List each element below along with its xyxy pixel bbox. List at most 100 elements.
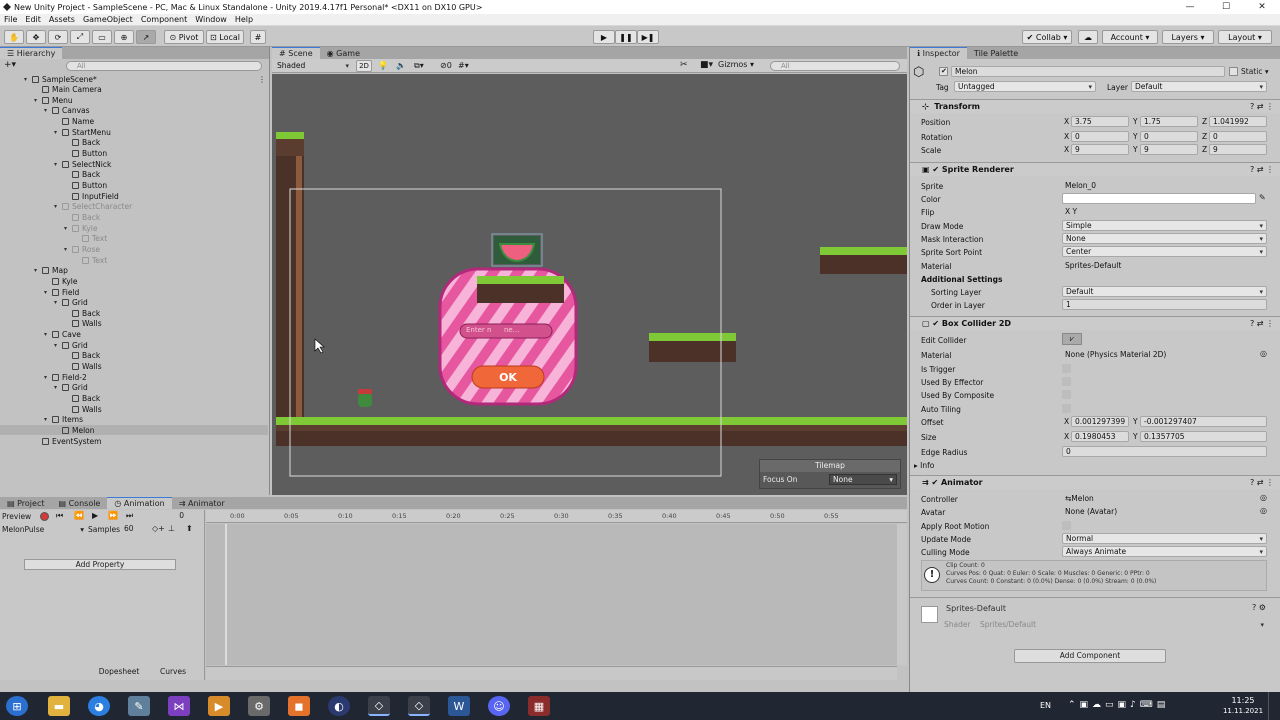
hierarchy-item[interactable]: ▾ SampleScene*	[0, 74, 268, 84]
collab-dropdown[interactable]: ✔ Collab ▾	[1022, 30, 1072, 44]
first-key-icon[interactable]: ⏮	[56, 511, 63, 521]
hidden-count-icon[interactable]: ⊘0	[440, 61, 452, 70]
scene-search-input[interactable]: All	[770, 61, 900, 71]
tools-icon[interactable]: ✂	[680, 60, 688, 70]
scene-menu-icon[interactable]: ⋮	[258, 75, 266, 84]
move-tool-icon[interactable]: ✥	[26, 30, 46, 44]
foldout-arrow-icon[interactable]: ▾	[54, 384, 62, 391]
key-icon[interactable]: ⬆	[186, 524, 193, 533]
lighting-icon[interactable]: 💡	[378, 61, 388, 70]
menu-edit[interactable]: Edit	[21, 15, 45, 24]
edge-radius-field[interactable]: 0	[1062, 446, 1267, 457]
foldout-arrow-icon[interactable]: ▾	[64, 246, 72, 253]
sprite-menu-icon[interactable]: ? ⇄ ⋮	[1250, 165, 1274, 174]
tab-console[interactable]: ▤ Console	[51, 497, 107, 509]
curves-tab[interactable]: Curves	[150, 667, 196, 679]
effects-icon[interactable]: ⧉▾	[414, 61, 424, 71]
scene-viewport[interactable]: Enter n ne... OK Tilemap Focus On None ▾	[272, 74, 907, 495]
hierarchy-item[interactable]: ▾ SelectNick	[0, 159, 268, 169]
hierarchy-item[interactable]: Button	[0, 149, 268, 159]
unity-hub-icon[interactable]: ◇	[368, 696, 390, 716]
foldout-arrow-icon[interactable]: ▾	[44, 374, 52, 381]
scale-y-field[interactable]: 9	[1140, 144, 1198, 155]
sprite-row-value[interactable]: Center	[1062, 246, 1267, 257]
menu-assets[interactable]: Assets	[45, 15, 79, 24]
foldout-arrow-icon[interactable]: ▾	[24, 76, 32, 83]
rect-tool-icon[interactable]: ▭	[92, 30, 112, 44]
layers-dropdown[interactable]: Layers ▾	[1162, 30, 1214, 44]
scale-x-field[interactable]: 9	[1071, 144, 1129, 155]
hierarchy-item[interactable]: Walls	[0, 319, 268, 329]
controller-picker-icon[interactable]: ◎	[1260, 493, 1267, 502]
foldout-arrow-icon[interactable]: ▾	[64, 225, 72, 232]
add-event-icon[interactable]: ⊥	[168, 524, 175, 533]
foldout-arrow-icon[interactable]: ▾	[34, 267, 42, 274]
pivot-toggle[interactable]: ⊙ Pivot	[164, 30, 204, 44]
mode-2d-toggle[interactable]: 2D	[356, 60, 372, 72]
hierarchy-item[interactable]: ▾ Menu	[0, 95, 268, 105]
hierarchy-item[interactable]: Back	[0, 351, 268, 361]
object-picker-icon[interactable]: ◎	[1260, 349, 1267, 358]
sprite-row-value[interactable]: X Y	[1062, 206, 1267, 217]
foldout-arrow-icon[interactable]: ▾	[34, 97, 42, 104]
samples-field[interactable]: 60	[124, 524, 142, 534]
add-component-button[interactable]: Add Component	[1014, 649, 1166, 663]
hierarchy-item[interactable]: Main Camera	[0, 85, 268, 95]
position-x-field[interactable]: 3.75	[1071, 116, 1129, 127]
hierarchy-item[interactable]: Walls	[0, 362, 268, 372]
shader-dropdown[interactable]: Sprites/Default	[977, 619, 1267, 630]
timeline-scrollbar[interactable]	[206, 666, 897, 680]
foldout-arrow-icon[interactable]: ▾	[54, 161, 62, 168]
hierarchy-item[interactable]: Text	[0, 234, 268, 244]
tools-app-icon[interactable]: ⚙	[248, 696, 270, 716]
hierarchy-item[interactable]: InputField	[0, 191, 268, 201]
tab-inspector[interactable]: ℹ Inspector	[910, 47, 967, 59]
animator-menu-icon[interactable]: ? ⇄ ⋮	[1250, 478, 1274, 487]
size-y-field[interactable]: 0.1357705	[1140, 431, 1267, 442]
clock-date[interactable]: 11.11.2021	[1221, 707, 1265, 715]
sprite-renderer-header[interactable]: ▣ ✔ Sprite Renderer ? ⇄ ⋮	[910, 162, 1280, 176]
timeline-ruler[interactable]: 0:00 0:05 0:10 0:15 0:20 0:25 0:30 0:35 0:40 0:45…	[206, 510, 907, 523]
hierarchy-item[interactable]: Text	[0, 255, 268, 265]
material-menu-icon[interactable]: ? ⚙	[1252, 603, 1266, 612]
hierarchy-item[interactable]: ▾ Items	[0, 415, 268, 425]
used-by-composite-checkbox[interactable]	[1062, 390, 1071, 399]
dopesheet-tab[interactable]: Dopesheet	[94, 667, 144, 679]
tab-hierarchy[interactable]: ☰ Hierarchy	[0, 47, 63, 59]
dopesheet-area[interactable]	[206, 524, 897, 665]
object-name-field[interactable]: Melon	[951, 66, 1225, 77]
maximize-icon[interactable]: ☐	[1208, 0, 1244, 14]
hierarchy-item[interactable]: Button	[0, 181, 268, 191]
hierarchy-item[interactable]: Back	[0, 308, 268, 318]
transform-tool-icon[interactable]: ⊕	[114, 30, 134, 44]
foldout-arrow-icon[interactable]: ▾	[44, 331, 52, 338]
name-input[interactable]: Enter n	[466, 326, 491, 334]
collider-menu-icon[interactable]: ? ⇄ ⋮	[1250, 319, 1274, 328]
word-icon[interactable]: W	[448, 696, 470, 716]
notepad-icon[interactable]: ✎	[128, 696, 150, 716]
hierarchy-item[interactable]: Walls	[0, 404, 268, 414]
language-indicator[interactable]: EN	[1040, 701, 1051, 710]
discord-icon[interactable]: ☺	[488, 696, 510, 716]
hierarchy-item[interactable]: ▾ SelectCharacter	[0, 202, 268, 212]
scale-tool-icon[interactable]: ⤢	[70, 30, 90, 44]
foldout-arrow-icon[interactable]: ▾	[54, 129, 62, 136]
tag-dropdown[interactable]: Untagged	[954, 81, 1096, 92]
menu-window[interactable]: Window	[191, 15, 231, 24]
hierarchy-item[interactable]: ▾ Map	[0, 266, 268, 276]
hierarchy-item[interactable]: Kyle	[0, 276, 268, 286]
layer-dropdown[interactable]: Default	[1131, 81, 1267, 92]
rotation-y-field[interactable]: 0	[1140, 131, 1198, 142]
play-button[interactable]: ▶	[593, 30, 615, 44]
auto-tiling-checkbox[interactable]	[1062, 404, 1071, 413]
collider-material-field[interactable]: None (Physics Material 2D)	[1062, 349, 1258, 360]
rotation-x-field[interactable]: 0	[1071, 131, 1129, 142]
menu-component[interactable]: Component	[137, 15, 191, 24]
tab-game[interactable]: ◉ Game	[320, 47, 367, 59]
hierarchy-item[interactable]: Name	[0, 117, 268, 127]
firefox-icon[interactable]: ◕	[88, 696, 110, 716]
update-mode-dropdown[interactable]: Normal	[1062, 533, 1267, 544]
minimize-icon[interactable]: —	[1172, 0, 1208, 14]
rotate-tool-icon[interactable]: ⟳	[48, 30, 68, 44]
layout-dropdown[interactable]: Layout ▾	[1218, 30, 1272, 44]
